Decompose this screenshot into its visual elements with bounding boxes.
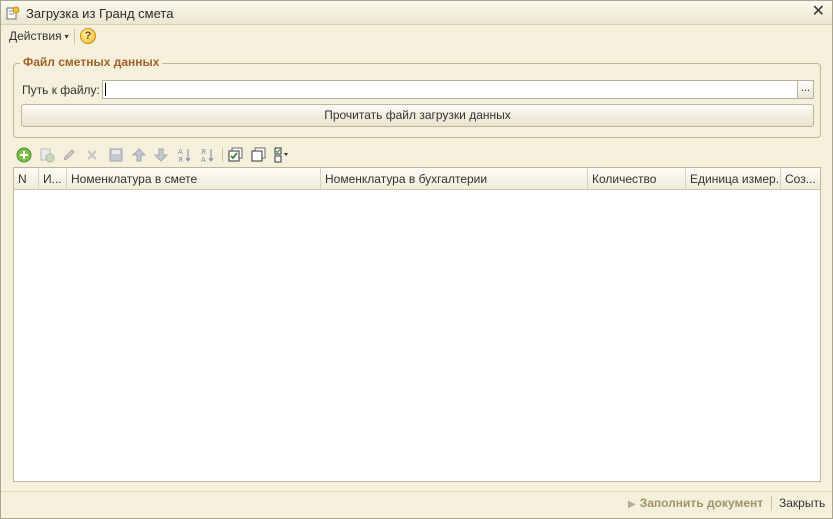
sort-ascending-icon[interactable]: АЯ (176, 146, 194, 164)
file-data-group: Файл сметных данных Путь к файлу: ... Пр… (13, 55, 821, 138)
footer-separator (771, 496, 772, 511)
svg-text:А: А (201, 156, 206, 163)
sort-descending-icon[interactable]: ЯА (199, 146, 217, 164)
footer-divider (1, 491, 832, 492)
move-up-icon[interactable] (130, 146, 148, 164)
fill-document-label: Заполнить документ (639, 496, 764, 510)
svg-text:А: А (178, 148, 183, 156)
play-icon: ▶ (628, 499, 636, 510)
check-all-icon[interactable] (227, 146, 245, 164)
save-icon[interactable] (107, 146, 125, 164)
read-file-button[interactable]: Прочитать файл загрузки данных (21, 104, 814, 127)
copy-icon[interactable] (38, 146, 56, 164)
menu-bar: Действия ▾ ? (1, 25, 832, 47)
window-close-icon[interactable]: ✕ (812, 4, 825, 20)
group-legend: Файл сметных данных (20, 55, 163, 69)
file-path-input[interactable] (102, 80, 798, 99)
column-header-estimate-nomenclature[interactable]: Номенклатура в смете (67, 168, 321, 190)
svg-text:Я: Я (201, 148, 206, 156)
close-button[interactable]: Закрыть (779, 496, 825, 510)
file-path-label: Путь к файлу: (22, 83, 100, 97)
dialog-window: Загрузка из Гранд смета ✕ Действия ▾ ? Фа… (0, 0, 833, 519)
app-icon (6, 6, 20, 20)
add-icon[interactable] (15, 146, 33, 164)
column-header-create[interactable]: Соз... (781, 168, 820, 190)
toggle-check-icon[interactable] (273, 146, 291, 164)
delete-icon[interactable] (83, 146, 101, 164)
table-header: N И... Номенклатура в смете Номенклатура… (14, 168, 820, 190)
column-header-accounting-nomenclature[interactable]: Номенклатура в бухгалтерии (321, 168, 588, 190)
svg-text:Я: Я (178, 156, 183, 163)
title-bar: Загрузка из Гранд смета ✕ (1, 1, 832, 25)
dropdown-arrow-icon: ▾ (64, 32, 69, 41)
column-header-unit[interactable]: Единица измер... (686, 168, 781, 190)
help-icon[interactable]: ? (80, 28, 96, 44)
data-table[interactable]: N И... Номенклатура в смете Номенклатура… (13, 167, 821, 482)
window-title: Загрузка из Гранд смета (26, 6, 174, 21)
move-down-icon[interactable] (152, 146, 170, 164)
column-header-i[interactable]: И... (39, 168, 67, 190)
browse-file-button[interactable]: ... (797, 80, 814, 99)
actions-menu-label: Действия (9, 29, 62, 43)
column-header-quantity[interactable]: Количество (588, 168, 686, 190)
uncheck-all-icon[interactable] (250, 146, 268, 164)
text-caret (105, 83, 106, 96)
menu-separator (74, 29, 75, 44)
column-header-number[interactable]: N (14, 168, 39, 190)
fill-document-button[interactable]: ▶ Заполнить документ (628, 496, 763, 510)
toolbar-separator (222, 148, 223, 162)
actions-menu[interactable]: Действия ▾ (9, 29, 69, 43)
edit-icon[interactable] (60, 146, 78, 164)
table-toolbar: АЯ ЯА (13, 145, 303, 165)
